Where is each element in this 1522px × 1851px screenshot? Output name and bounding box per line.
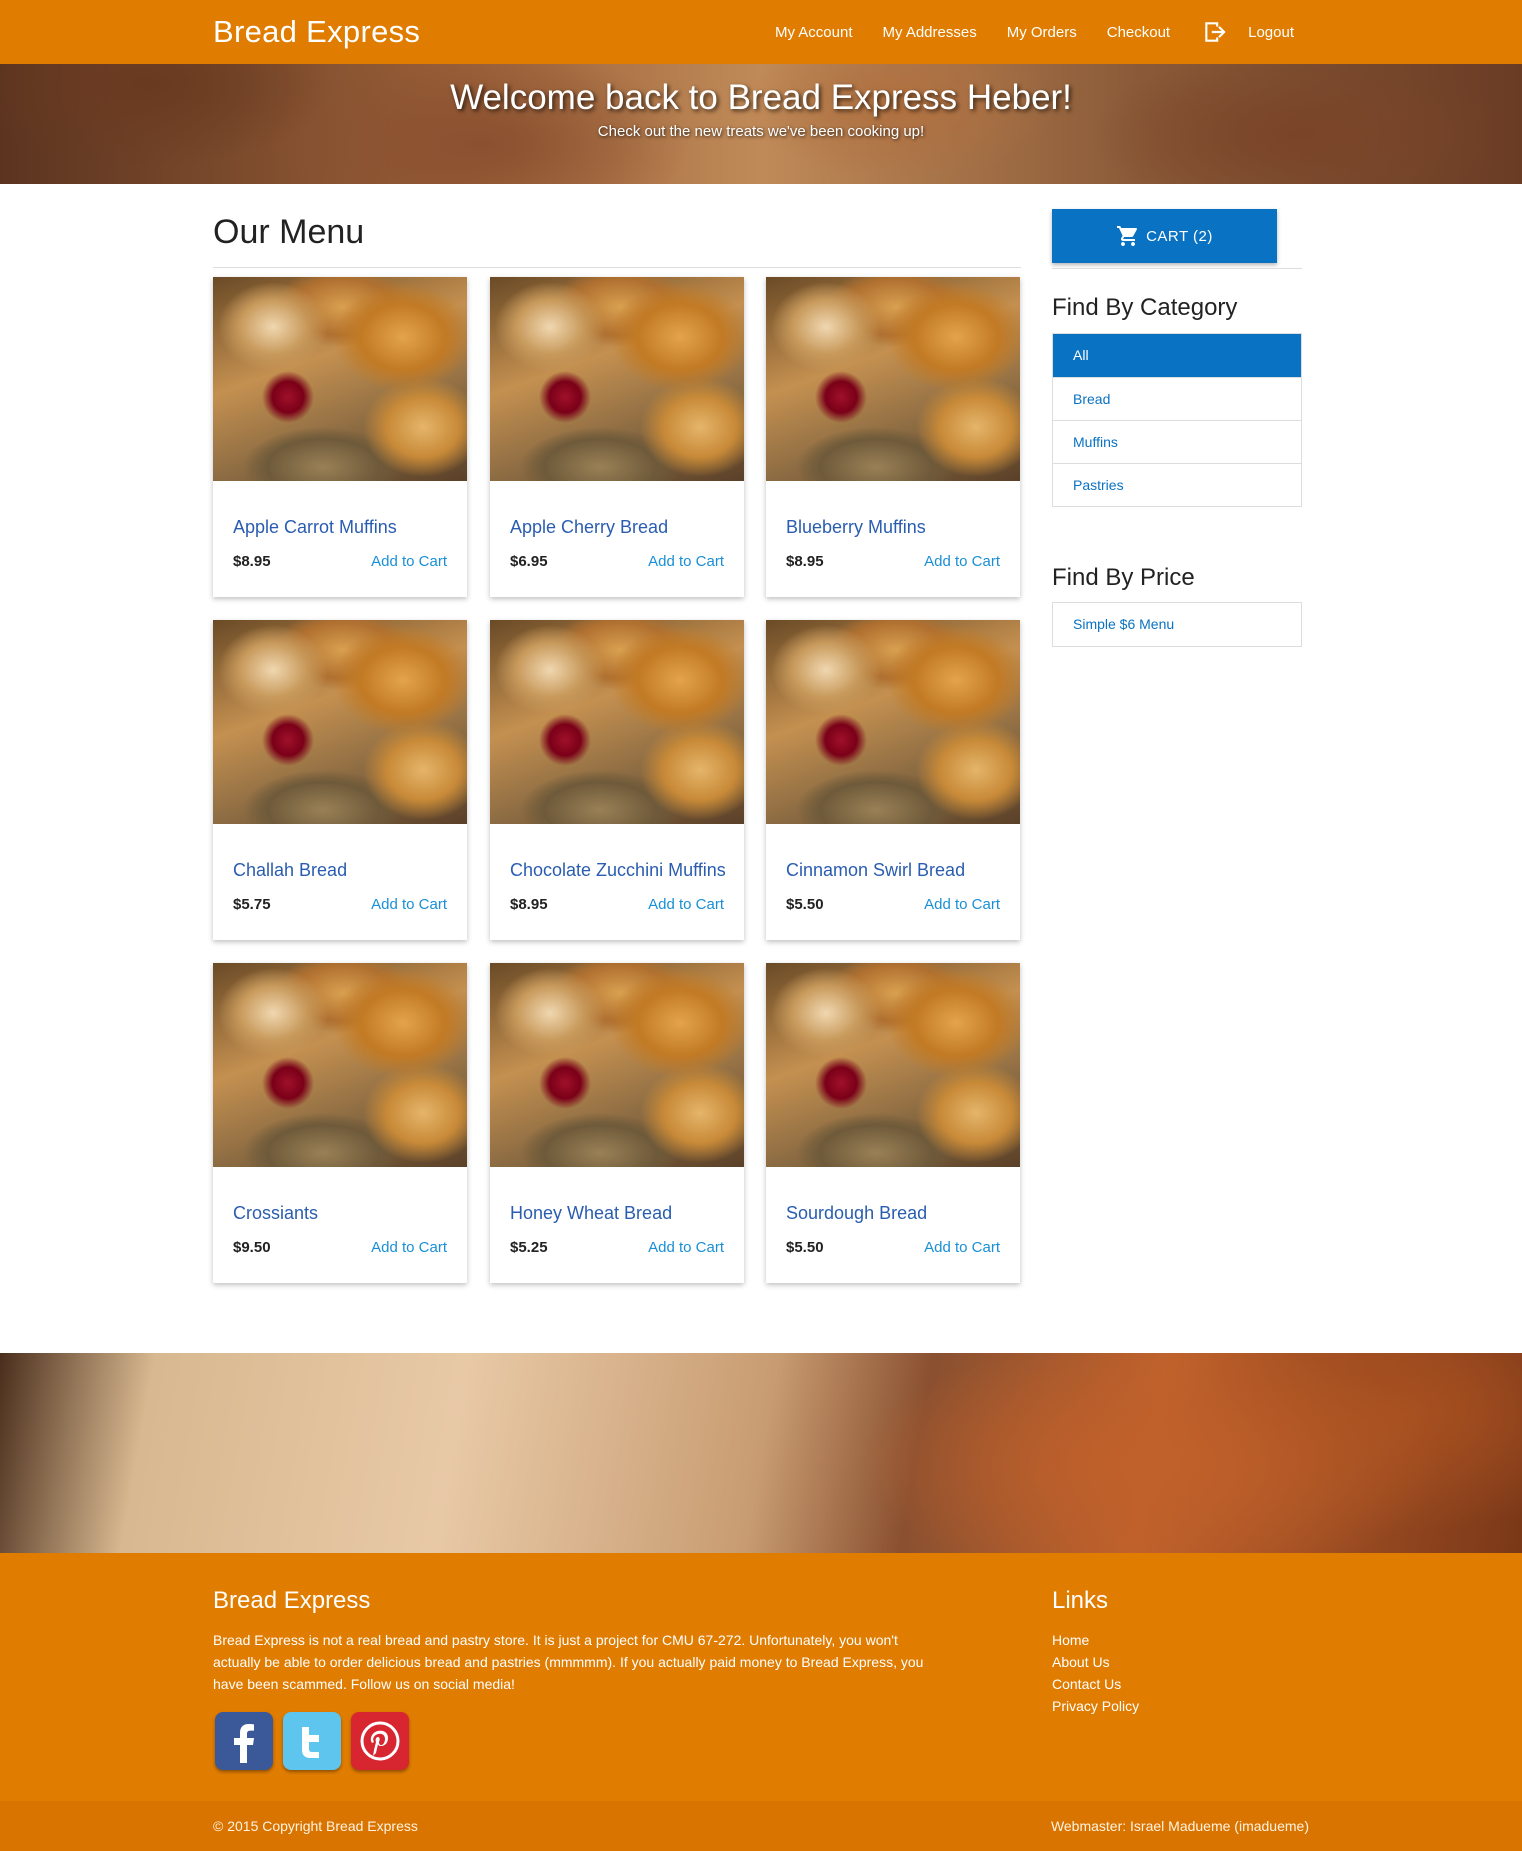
product-image[interactable] [213,277,467,481]
category-list: All Bread Muffins Pastries [1052,333,1302,507]
add-to-cart-button[interactable]: Add to Cart [924,553,1000,570]
top-navbar: Bread Express My Account My Addresses My… [0,0,1522,64]
hero-banner: Welcome back to Bread Express Heber! Che… [0,64,1522,184]
nav-my-account[interactable]: My Account [775,24,853,41]
cart-icon [1117,226,1138,246]
product-name[interactable]: Apple Cherry Bread [510,517,668,538]
cart-button[interactable]: CART (2) [1052,209,1277,263]
footer: Bread Express Bread Express is not a rea… [0,1553,1522,1801]
cart-label: CART (2) [1146,227,1213,245]
menu-title: Our Menu [213,213,365,251]
product-image[interactable] [766,963,1020,1167]
hero-subtitle: Check out the new treats we've been cook… [597,123,925,140]
product-image[interactable] [766,620,1020,824]
price-option-simple-6-menu[interactable]: Simple $6 Menu [1053,603,1301,646]
product-name[interactable]: Honey Wheat Bread [510,1203,672,1224]
logout-icon [1205,22,1226,42]
copyright-text: © 2015 Copyright Bread Express [213,1818,418,1834]
twitter-glyph [302,1727,319,1758]
product-card: Apple Carrot Muffins $8.95 Add to Cart [213,277,467,597]
product-price: $6.95 [510,553,548,570]
product-price: $5.25 [510,1239,548,1256]
product-name[interactable]: Cinnamon Swirl Bread [786,860,965,881]
product-card: Crossiants $9.50 Add to Cart [213,963,467,1283]
footer-title: Bread Express [213,1587,371,1614]
product-name[interactable]: Chocolate Zucchini Muffins [510,860,726,881]
product-price: $5.50 [786,1239,824,1256]
product-card: Chocolate Zucchini Muffins $8.95 Add to … [490,620,744,940]
add-to-cart-button[interactable]: Add to Cart [371,896,447,913]
product-price: $8.95 [233,553,271,570]
product-name[interactable]: Blueberry Muffins [786,517,926,538]
footer-description: Bread Express is not a real bread and pa… [213,1632,924,1692]
add-to-cart-button[interactable]: Add to Cart [648,1239,724,1256]
category-item-muffins[interactable]: Muffins [1053,420,1301,463]
category-title: Find By Category [1052,294,1238,321]
price-filter-title: Find By Price [1052,564,1195,591]
footer-link-home[interactable]: Home [1052,1629,1139,1651]
hero-title: Welcome back to Bread Express Heber! [450,78,1072,117]
product-image[interactable] [490,620,744,824]
nav-checkout[interactable]: Checkout [1107,24,1170,41]
nav-my-addresses[interactable]: My Addresses [883,24,977,41]
product-card: Blueberry Muffins $8.95 Add to Cart [766,277,1020,597]
product-name[interactable]: Challah Bread [233,860,347,881]
product-price: $8.95 [786,553,824,570]
add-to-cart-button[interactable]: Add to Cart [648,553,724,570]
category-item-pastries[interactable]: Pastries [1053,463,1301,506]
webmaster-text: Webmaster: Israel Madueme (imadueme) [1050,1818,1309,1834]
facebook-glyph [234,1724,254,1763]
product-card: Apple Cherry Bread $6.95 Add to Cart [490,277,744,597]
pinterest-icon[interactable] [351,1712,409,1770]
product-card: Cinnamon Swirl Bread $5.50 Add to Cart [766,620,1020,940]
product-name[interactable]: Sourdough Bread [786,1203,927,1224]
product-name[interactable]: Crossiants [233,1203,318,1224]
footer-links-title: Links [1052,1587,1109,1614]
add-to-cart-button[interactable]: Add to Cart [371,553,447,570]
copyright-bar: © 2015 Copyright Bread Express Webmaster… [0,1801,1522,1851]
pinterest-glyph [360,1721,400,1761]
category-item-bread[interactable]: Bread [1053,377,1301,420]
brand-logo[interactable]: Bread Express [213,14,420,50]
footer-links: Home About Us Contact Us Privacy Policy [1052,1629,1139,1717]
product-image[interactable] [490,277,744,481]
add-to-cart-button[interactable]: Add to Cart [924,1239,1000,1256]
logout-label: Logout [1248,23,1294,41]
product-card: Honey Wheat Bread $5.25 Add to Cart [490,963,744,1283]
facebook-icon[interactable] [215,1712,273,1770]
footer-link-contact-us[interactable]: Contact Us [1052,1673,1139,1695]
price-filter-list: Simple $6 Menu [1052,602,1302,647]
product-card: Sourdough Bread $5.50 Add to Cart [766,963,1020,1283]
product-image[interactable] [766,277,1020,481]
footer-link-about-us[interactable]: About Us [1052,1651,1139,1673]
add-to-cart-button[interactable]: Add to Cart [648,896,724,913]
add-to-cart-button[interactable]: Add to Cart [371,1239,447,1256]
nav-links: My Account My Addresses My Orders Checko… [745,0,1294,64]
product-image[interactable] [213,620,467,824]
product-name[interactable]: Apple Carrot Muffins [233,517,397,538]
product-price: $9.50 [233,1239,271,1256]
product-image[interactable] [490,963,744,1167]
sidebar-divider [1052,268,1302,269]
product-price: $8.95 [510,896,548,913]
footer-link-privacy-policy[interactable]: Privacy Policy [1052,1695,1139,1717]
footer-banner-image [0,1353,1522,1553]
nav-my-orders[interactable]: My Orders [1007,24,1077,41]
add-to-cart-button[interactable]: Add to Cart [924,896,1000,913]
logout-link[interactable]: Logout [1202,19,1294,45]
menu-divider [213,267,1021,268]
product-image[interactable] [213,963,467,1167]
category-item-all[interactable]: All [1053,334,1301,377]
product-price: $5.75 [233,896,271,913]
twitter-icon[interactable] [283,1712,341,1770]
product-card: Challah Bread $5.75 Add to Cart [213,620,467,940]
product-price: $5.50 [786,896,824,913]
